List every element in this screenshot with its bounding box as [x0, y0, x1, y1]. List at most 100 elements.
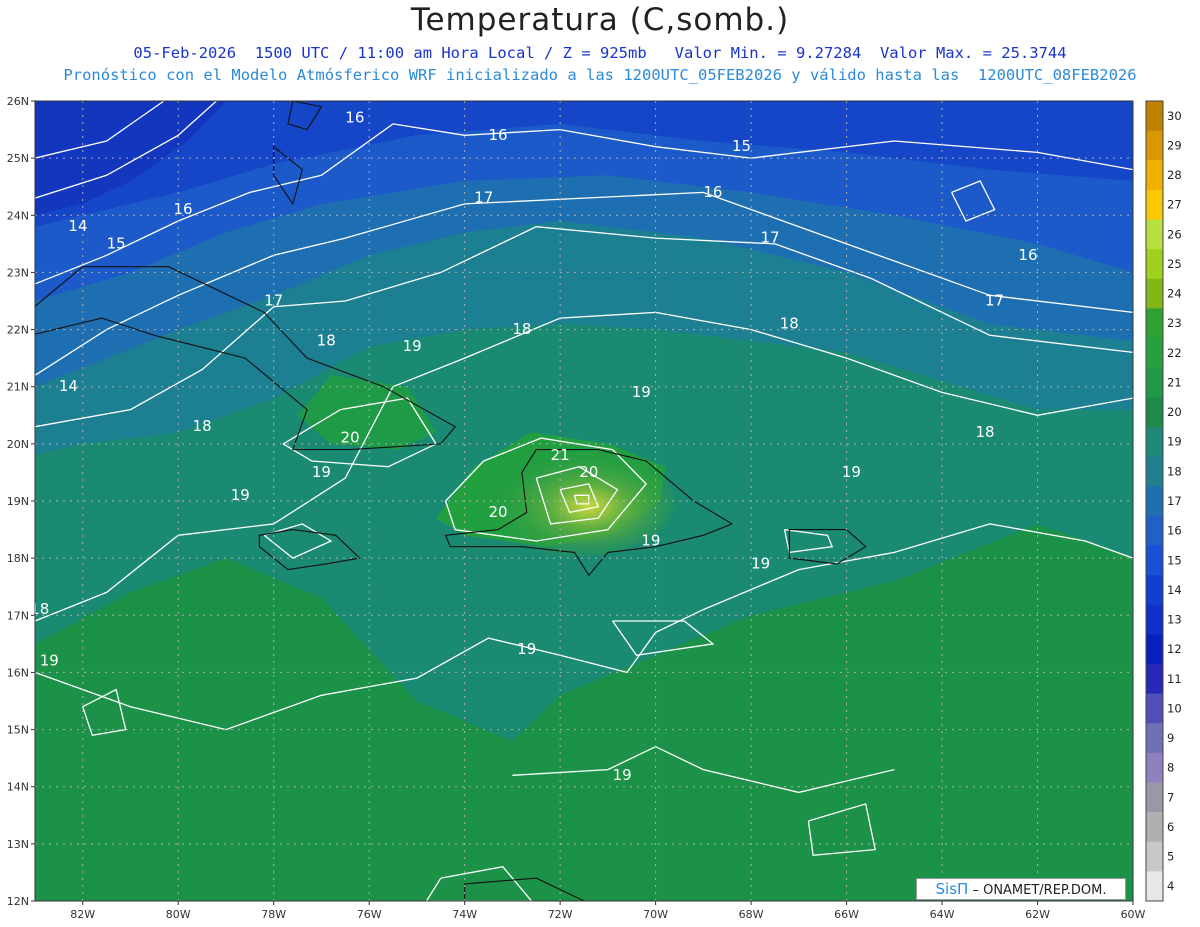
colorbar-swatch — [1146, 841, 1163, 872]
colorbar-label: 25 — [1167, 257, 1182, 271]
lon-tick-label: 62W — [1025, 908, 1050, 921]
contour-label: 20 — [489, 503, 508, 521]
lon-tick-label: 80W — [166, 908, 191, 921]
contour-label: 19 — [632, 383, 651, 401]
contour-label: 19 — [842, 463, 861, 481]
model-info-line: Pronóstico con el Modelo Atmósferico WRF… — [63, 66, 1137, 84]
contour-label: 18 — [975, 423, 994, 441]
contour-label: 16 — [345, 109, 364, 127]
contour-label: 18 — [512, 320, 531, 338]
colorbar-swatch — [1146, 308, 1163, 339]
lat-tick-label: 13N — [7, 838, 29, 851]
colorbar-swatch — [1146, 634, 1163, 665]
chart-title: Temperatura (C,somb.) — [410, 2, 790, 38]
colorbar-label: 10 — [1167, 701, 1182, 715]
colorbar-label: 29 — [1167, 138, 1182, 152]
lon-tick-label: 72W — [548, 908, 573, 921]
contour-label: 18 — [780, 314, 799, 332]
colorbar-label: 18 — [1167, 464, 1182, 478]
colorbar-label: 5 — [1167, 850, 1174, 864]
credit-box: SisΠ – ONAMET/REP.DOM. — [916, 878, 1126, 900]
colorbar-swatch — [1146, 486, 1163, 517]
colorbar-label: 7 — [1167, 790, 1174, 804]
lon-tick-label: 78W — [261, 908, 286, 921]
lat-tick-label: 25N — [7, 152, 29, 165]
colorbar-label: 28 — [1167, 168, 1182, 182]
colorbar-swatch — [1146, 575, 1163, 606]
colorbar-label: 19 — [1167, 435, 1182, 449]
colorbar-label: 30 — [1167, 109, 1182, 123]
colorbar-label: 13 — [1167, 613, 1182, 627]
colorbar-swatch — [1146, 426, 1163, 458]
lat-tick-label: 17N — [7, 609, 29, 622]
colorbar-label: 17 — [1167, 494, 1182, 508]
lat-tick-label: 15N — [7, 724, 29, 737]
colorbar-swatch — [1146, 189, 1163, 221]
colorbar-label: 21 — [1167, 375, 1182, 389]
colorbar-legend: 30 29 28 27 26 25 24 23 22 21 20 19 18 17 16 15 14 13 12 11… — [1145, 100, 1182, 902]
colorbar-swatch — [1146, 871, 1163, 902]
lon-tick-label: 68W — [739, 908, 764, 921]
colorbar-swatch — [1146, 367, 1163, 398]
colorbar-swatch — [1146, 782, 1163, 813]
contour-label: 19 — [312, 463, 331, 481]
brand-logo: SisΠ — [935, 880, 969, 898]
colorbar-label: 6 — [1167, 820, 1174, 834]
lat-tick-label: 22N — [7, 324, 29, 337]
colorbar-swatch — [1146, 752, 1163, 783]
colorbar-label: 26 — [1167, 227, 1182, 241]
colorbar-swatch — [1146, 812, 1163, 843]
colorbar-swatch — [1146, 338, 1163, 369]
lat-tick-label: 19N — [7, 495, 29, 508]
contour-label: 14 — [59, 377, 78, 395]
contour-label: 20 — [579, 463, 598, 481]
colorbar-swatch — [1146, 693, 1163, 724]
lon-tick-label: 60W — [1121, 908, 1146, 921]
lat-tick-label: 14N — [7, 781, 29, 794]
colorbar-label: 27 — [1167, 198, 1182, 212]
contour-label: 16 — [173, 200, 192, 218]
lat-tick-label: 21N — [7, 381, 29, 394]
contour-label: 16 — [1018, 246, 1037, 264]
lat-tick-label: 23N — [7, 266, 29, 279]
colorbar-swatch — [1146, 101, 1163, 132]
contour-label: 17 — [985, 292, 1004, 310]
run-info-line: 05-Feb-2026 1500 UTC / 11:00 am Hora Loc… — [133, 44, 1067, 62]
contour-label: 14 — [68, 217, 87, 235]
contour-label: 16 — [489, 126, 508, 144]
colorbar-swatch — [1146, 456, 1163, 487]
colorbar-swatch — [1146, 130, 1163, 161]
colorbar-label: 16 — [1167, 524, 1182, 538]
colorbar-swatch — [1146, 397, 1163, 428]
colorbar-swatch — [1146, 219, 1163, 250]
colorbar-label: 8 — [1167, 761, 1174, 775]
colorbar-label: 24 — [1167, 287, 1182, 301]
lat-tick-label: 16N — [7, 666, 29, 679]
colorbar-label: 11 — [1167, 672, 1182, 686]
contour-label: 19 — [403, 337, 422, 355]
contour-label: 18 — [193, 417, 212, 435]
lon-tick-label: 82W — [70, 908, 95, 921]
credit-text: – ONAMET/REP.DOM. — [972, 883, 1107, 898]
contour-label: 17 — [761, 229, 780, 247]
colorbar-swatch — [1146, 249, 1163, 280]
colorbar-label: 4 — [1167, 879, 1174, 893]
colorbar-swatch — [1146, 545, 1163, 576]
lon-tick-label: 66W — [834, 908, 859, 921]
colorbar-swatch — [1146, 604, 1163, 635]
colorbar-label: 15 — [1167, 553, 1182, 567]
colorbar-label: 23 — [1167, 316, 1182, 330]
lat-tick-label: 12N — [7, 895, 29, 908]
lon-tick-label: 70W — [643, 908, 668, 921]
contour-label: 19 — [613, 766, 632, 784]
lat-tick-label: 24N — [7, 209, 29, 222]
colorbar-label: 20 — [1167, 405, 1182, 419]
contour-label: 16 — [703, 183, 722, 201]
lat-tick-label: 18N — [7, 552, 29, 565]
contour-label: 17 — [474, 189, 493, 207]
lat-tick-label: 26N — [7, 95, 29, 108]
contour-label: 19 — [751, 554, 770, 572]
colorbar-swatch — [1146, 663, 1163, 695]
contour-label: 15 — [107, 234, 126, 252]
contour-label: 20 — [341, 429, 360, 447]
